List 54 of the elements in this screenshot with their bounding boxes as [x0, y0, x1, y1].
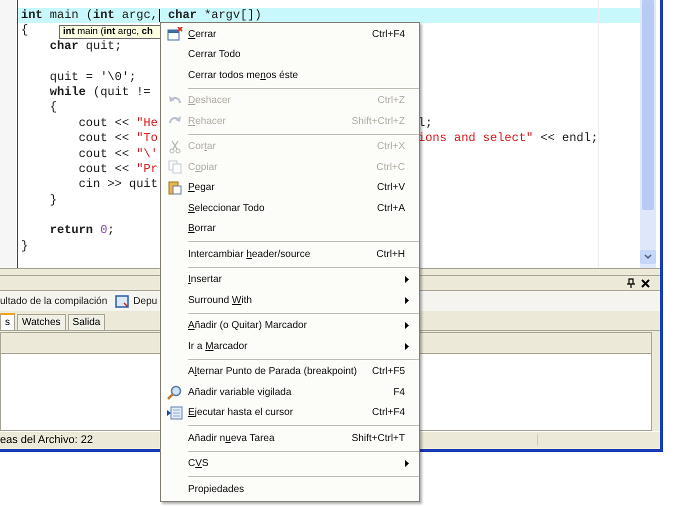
submenu-arrow-icon [405, 460, 409, 468]
scissors-icon [168, 140, 180, 154]
panel-tab[interactable]: s [0, 313, 15, 330]
code-line: { [21, 23, 28, 39]
menu-item[interactable]: Ejecutar hasta el cursor Ctrl+F4 [161, 402, 419, 423]
menu-item[interactable]: Borrar [161, 218, 419, 239]
code-line: { [48, 100, 58, 116]
menu-item[interactable]: Propiedades [161, 479, 419, 500]
code-line: return 0; [48, 223, 115, 239]
menu-item[interactable]: Pegar Ctrl+V [161, 178, 419, 198]
chevron-down-icon [644, 254, 652, 260]
menu-item[interactable]: Seleccionar Todo Ctrl+A [161, 198, 419, 218]
tooltip: int main (int argc, ch [59, 25, 160, 39]
menu-item[interactable]: Surround With [161, 290, 419, 310]
output-tab[interactable]: Depu [133, 296, 158, 306]
code-line: cout << "He [78, 116, 158, 132]
code-line: char quit; [48, 38, 122, 54]
code-line: cin >> quit [78, 177, 158, 193]
copy-icon [168, 160, 182, 174]
code-line: l; [418, 116, 432, 132]
paste-icon [168, 180, 182, 196]
code-line: while (quit != [48, 84, 151, 100]
code-line: } [48, 192, 58, 208]
submenu-arrow-icon [405, 296, 409, 304]
code-line: cout << "\' [78, 146, 158, 162]
text-cursor [158, 9, 160, 22]
document-arrow-icon [166, 406, 182, 420]
menu-item[interactable]: Cerrar Ctrl+F4 [161, 24, 419, 44]
submenu-arrow-icon [405, 342, 409, 350]
code-line: cout << "To [78, 131, 158, 147]
pin-icon[interactable] [627, 278, 635, 288]
panel-tab[interactable]: Salida [68, 314, 106, 330]
panel-tab[interactable]: Watches [17, 314, 66, 330]
menu-item[interactable]: Alternar Punto de Parada (breakpoint) Ctrl+F5 [161, 362, 419, 382]
menu-item[interactable]: CVS [161, 454, 419, 474]
close-icon[interactable] [641, 278, 650, 288]
menu-item[interactable]: Intercambiar header/source Ctrl+H [161, 244, 419, 264]
window-icon [115, 294, 130, 308]
submenu-arrow-icon [405, 322, 409, 330]
code-line: ions and select" << endl; [418, 131, 598, 147]
menu-item[interactable]: Cerrar Todo [161, 44, 419, 65]
code-line: quit = '\0'; [48, 70, 136, 85]
code-line: cout << "Pr [78, 162, 158, 178]
magnifier-icon [167, 384, 182, 400]
menu-item[interactable]: Insertar [161, 270, 419, 290]
output-tab[interactable]: ultado de la compilación [0, 296, 108, 306]
menu-item[interactable]: Cerrar todos menos éste [161, 65, 419, 86]
code-line: } [21, 238, 28, 254]
submenu-arrow-icon [405, 276, 409, 284]
menu-item[interactable]: Ir a Marcador [161, 336, 419, 356]
menu-item[interactable]: Añadir variable vigilada F4 [161, 382, 419, 402]
menu-item[interactable]: Añadir (o Quitar) Marcador [161, 316, 419, 336]
scrollbar[interactable] [640, 0, 656, 268]
document-cross-icon [166, 27, 182, 42]
